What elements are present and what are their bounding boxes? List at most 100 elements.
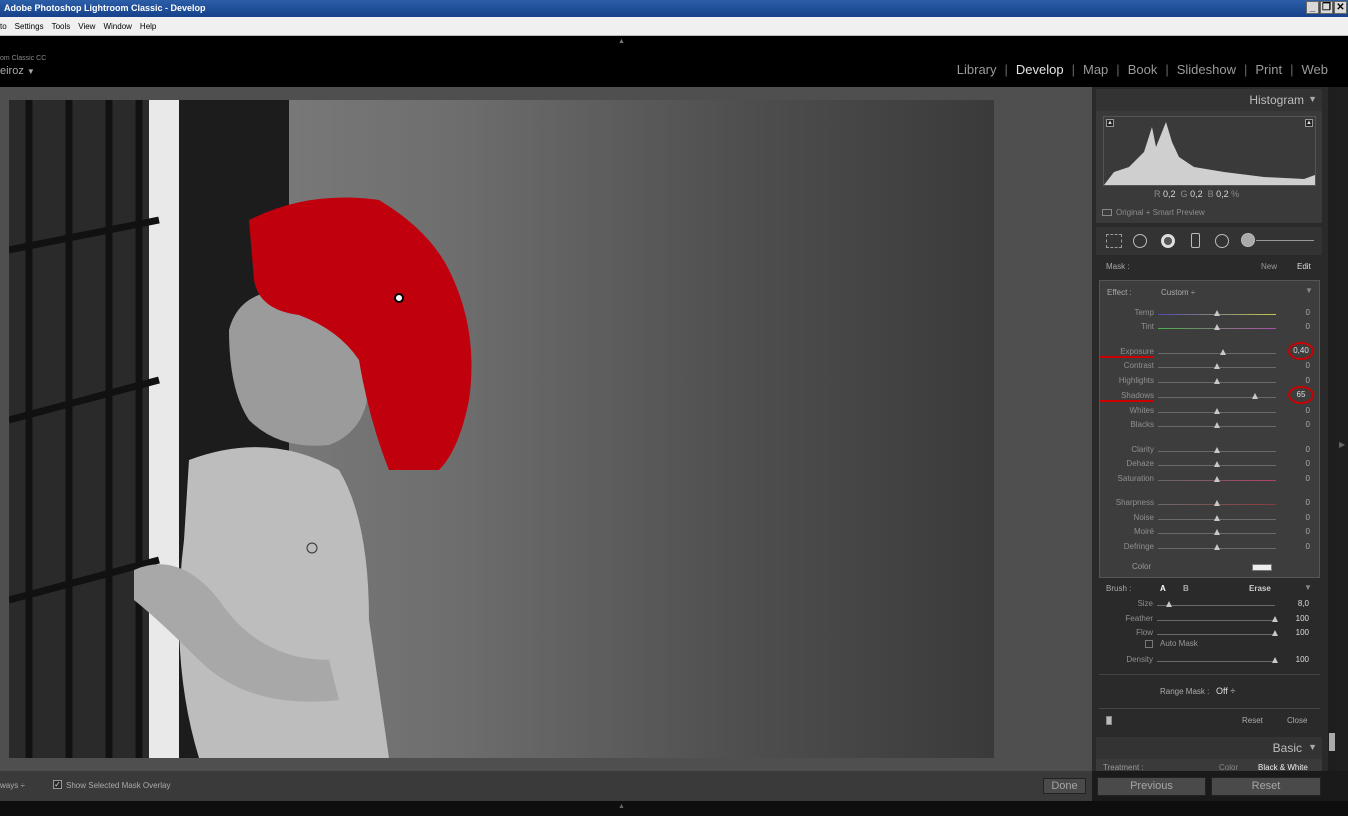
histogram-collapse-icon[interactable]: ▼ [1308,94,1317,104]
done-button[interactable]: Done [1043,778,1086,794]
menu-window[interactable]: Window [103,22,131,31]
brush-erase-tab[interactable]: Erase [1249,584,1271,593]
module-print[interactable]: Print [1247,62,1290,77]
crop-tool-icon[interactable] [1106,234,1122,248]
radial-filter-icon[interactable] [1215,234,1229,248]
brush-thumb-size[interactable] [1165,601,1172,607]
spot-removal-icon[interactable] [1133,234,1147,248]
slider-value-exposure[interactable]: 0,40 [1288,342,1314,360]
previous-button[interactable]: Previous [1097,777,1206,796]
slider-value-dehaze[interactable]: 0 [1280,459,1310,468]
histogram-header[interactable]: Histogram ▼ [1096,89,1322,111]
histogram-graph[interactable]: ▲ ▲ [1103,116,1316,186]
slider-value-highlights[interactable]: 0 [1280,376,1310,385]
overlay-checkbox[interactable]: ✓ [53,780,62,789]
brush-value-size[interactable]: 8,0 [1279,599,1309,608]
density-track[interactable] [1157,661,1275,662]
brush-thumb-feather[interactable] [1272,615,1278,622]
brush-collapse-icon[interactable]: ▼ [1304,583,1312,592]
brush-a-tab[interactable]: A [1160,584,1166,593]
shadow-clip-icon[interactable]: ▲ [1106,119,1114,127]
photo-image[interactable] [9,100,994,758]
menu-view[interactable]: View [78,22,95,31]
panel-scrollbar[interactable] [1328,87,1336,771]
slider-value-clarity[interactable]: 0 [1280,445,1310,454]
slider-thumb-temp[interactable] [1214,310,1220,316]
slider-value-moire[interactable]: 0 [1280,527,1310,536]
basic-collapse-icon[interactable]: ▼ [1308,742,1317,752]
slider-track-shadows[interactable] [1158,397,1276,398]
menu-settings[interactable]: Settings [15,22,44,31]
module-develop[interactable]: Develop [1008,62,1072,77]
slider-value-sharpness[interactable]: 0 [1280,498,1310,507]
slider-value-shadows[interactable]: 65 [1288,386,1314,404]
module-book[interactable]: Book [1120,62,1166,77]
slider-thumb-tint[interactable] [1214,324,1220,330]
mask-pin-inactive[interactable] [306,542,318,554]
slider-value-whites[interactable]: 0 [1280,406,1310,415]
effect-preset-select[interactable]: Custom ÷ [1161,288,1195,297]
brush-b-tab[interactable]: B [1183,584,1189,593]
mask-new-button[interactable]: New [1261,262,1277,271]
effect-collapse-icon[interactable]: ▼ [1305,286,1313,295]
panel-scroll-thumb[interactable] [1329,733,1335,751]
mask-pin-active[interactable] [394,293,404,303]
slider-thumb-whites[interactable] [1214,408,1220,414]
module-web[interactable]: Web [1294,62,1337,77]
highlight-clip-icon[interactable]: ▲ [1305,119,1313,127]
slider-thumb-blacks[interactable] [1214,422,1220,428]
slider-value-contrast[interactable]: 0 [1280,361,1310,370]
slider-thumb-moire[interactable] [1214,529,1220,535]
slider-thumb-noise[interactable] [1214,515,1220,521]
collapse-top-arrow-icon[interactable]: ▲ [618,38,625,45]
slider-value-blacks[interactable]: 0 [1280,420,1310,429]
graduated-filter-icon[interactable] [1191,233,1200,248]
basic-header[interactable]: Basic ▼ [1096,737,1322,759]
identity-plate[interactable]: eiroz ▼ [0,65,35,77]
slider-thumb-defringe[interactable] [1214,544,1220,550]
treatment-color[interactable]: Color [1219,763,1238,771]
module-slideshow[interactable]: Slideshow [1169,62,1244,77]
menu-help[interactable]: Help [140,22,156,31]
menu-tools[interactable]: Tools [52,22,71,31]
slider-track-exposure[interactable] [1158,353,1276,354]
module-map[interactable]: Map [1075,62,1116,77]
slider-thumb-shadows[interactable] [1251,393,1258,399]
brush-value-flow[interactable]: 100 [1279,628,1309,637]
module-library[interactable]: Library [949,62,1005,77]
show-edit-pins-select[interactable]: ways ÷ [0,781,25,790]
slider-value-defringe[interactable]: 0 [1280,542,1310,551]
red-eye-icon[interactable] [1161,234,1175,248]
minimize-button[interactable]: _ [1306,1,1319,14]
brush-thumb-flow[interactable] [1272,630,1278,636]
slider-value-temp[interactable]: 0 [1280,308,1310,317]
smart-preview-icon[interactable] [1102,209,1112,216]
density-value[interactable]: 100 [1279,655,1309,664]
reset-all-button[interactable]: Reset [1211,777,1321,796]
brush-track-flow[interactable] [1157,634,1275,635]
density-thumb[interactable] [1272,657,1278,663]
color-swatch[interactable] [1252,564,1272,571]
slider-thumb-dehaze[interactable] [1214,461,1220,467]
slider-value-noise[interactable]: 0 [1280,513,1310,522]
mask-reset-button[interactable]: Reset [1242,716,1263,725]
slider-thumb-saturation[interactable] [1214,476,1220,482]
slider-thumb-highlights[interactable] [1214,378,1220,384]
mask-edit-button[interactable]: Edit [1297,262,1311,271]
brush-track-size[interactable] [1157,605,1275,606]
range-mask-select[interactable]: Off ÷ [1216,686,1235,696]
slider-thumb-exposure[interactable] [1219,349,1226,355]
treatment-bw[interactable]: Black & White [1258,763,1308,771]
auto-mask-checkbox[interactable] [1145,640,1153,648]
brush-track-feather[interactable] [1157,619,1275,621]
close-window-button[interactable]: ✕ [1334,1,1347,14]
mask-toggle-switch[interactable] [1106,716,1112,725]
menu-file[interactable]: to [0,22,7,31]
mask-close-button[interactable]: Close [1287,716,1307,725]
slider-value-saturation[interactable]: 0 [1280,474,1310,483]
slider-thumb-sharpness[interactable] [1214,500,1220,506]
restore-button[interactable]: ❐ [1320,1,1333,14]
expand-right-arrow-icon[interactable]: ▶ [1339,440,1345,449]
slider-thumb-clarity[interactable] [1214,447,1220,453]
brush-value-feather[interactable]: 100 [1279,614,1309,623]
